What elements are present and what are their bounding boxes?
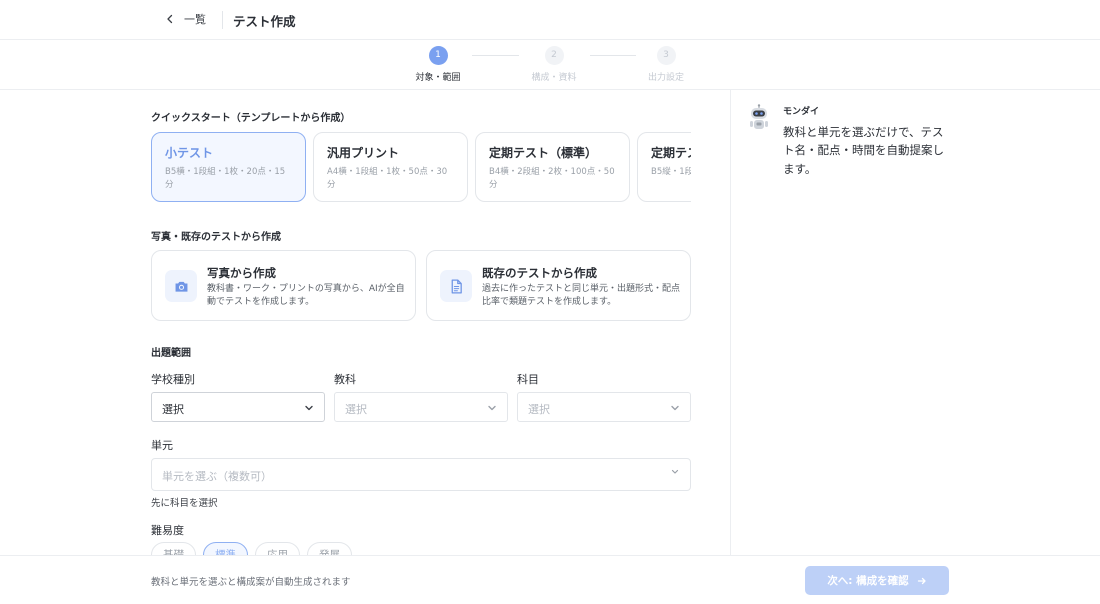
- step-structure-materials[interactable]: 2 構成・資料: [514, 46, 594, 83]
- course-select[interactable]: 選択: [517, 392, 691, 422]
- footer-hint: 教科と単元を選ぶと構成案が自動生成されます: [151, 577, 351, 588]
- unit-hint: 先に科目を選択: [151, 498, 218, 509]
- template-carousel[interactable]: 小テスト B5横・1段組・1枚・20点・15分 汎用プリント A4横・1段組・1…: [151, 90, 691, 220]
- create-from-photo-desc: 教科書・ワーク・プリントの写真から、AIが全自動でテストを作成します。: [207, 284, 405, 308]
- chevron-left-icon: [167, 14, 173, 24]
- step-number: 3: [656, 46, 676, 65]
- difficulty-chip-applied[interactable]: 応用: [255, 542, 300, 555]
- subject-placeholder: 選択: [345, 403, 367, 416]
- template-title: 定期テスト（標準）: [489, 146, 598, 160]
- template-card-general-print[interactable]: 汎用プリント A4横・1段組・1枚・50点・30分: [313, 132, 468, 202]
- range-title: 出題範囲: [151, 348, 191, 359]
- step-output-settings[interactable]: 3 出力設定: [626, 46, 706, 83]
- document-icon: [440, 270, 472, 302]
- back-to-list-button[interactable]: 一覧: [164, 11, 206, 27]
- page-title: テスト作成: [233, 14, 296, 29]
- template-desc: A4横・1段組・1枚・50点・30分: [327, 167, 448, 190]
- template-desc: B5縦・1段組・50分: [651, 167, 691, 177]
- app-header: 一覧 テスト作成: [0, 0, 1100, 40]
- step-number: 1: [428, 46, 448, 65]
- chevron-down-icon: [488, 405, 496, 411]
- main-form: クイックスタート（テンプレートから作成） 小テスト B5横・1段組・1枚・20点…: [0, 90, 730, 555]
- course-label: 科目: [517, 373, 539, 386]
- create-from-existing-card[interactable]: 既存のテストから作成 過去に作ったテストと同じ単元・出題形式・配点比率で類題テス…: [426, 250, 691, 321]
- subject-select[interactable]: 選択: [334, 392, 508, 422]
- step-label: 構成・資料: [531, 73, 577, 83]
- step-connector: [472, 55, 519, 56]
- chevron-down-icon: [671, 405, 679, 411]
- template-card-quiz[interactable]: 小テスト B5横・1段組・1枚・20点・15分: [151, 132, 306, 202]
- difficulty-label: 難易度: [151, 524, 184, 537]
- create-from-existing-title: 既存のテストから作成: [482, 266, 597, 280]
- robot-avatar-icon: [750, 104, 768, 129]
- create-from-photo-title: 写真から作成: [207, 266, 276, 280]
- next-button-label: 次へ: 構成を確認: [827, 575, 909, 587]
- template-title: 汎用プリント: [327, 146, 400, 160]
- chevron-down-icon: [305, 405, 313, 411]
- back-label: 一覧: [184, 13, 206, 26]
- header-divider: [222, 11, 223, 29]
- step-label: 出力設定: [647, 73, 684, 83]
- create-from-title: 写真・既存のテストから作成: [151, 232, 281, 243]
- arrow-right-icon: [917, 577, 926, 584]
- camera-icon: [165, 270, 197, 302]
- unit-placeholder: 単元を選ぶ（複数可）: [162, 470, 272, 483]
- unit-label: 単元: [151, 439, 173, 452]
- school-type-value: 選択: [162, 403, 184, 416]
- template-card-regular-test[interactable]: 定期テスト B5縦・1段組・50分: [637, 132, 691, 202]
- template-desc: B5横・1段組・1枚・20点・15分: [165, 167, 286, 190]
- difficulty-chip-standard[interactable]: 標準: [203, 542, 248, 555]
- template-title: 小テスト: [165, 146, 214, 160]
- footer-bar: 教科と単元を選ぶと構成案が自動生成されます 次へ: 構成を確認: [0, 555, 1100, 604]
- create-from-existing-desc: 過去に作ったテストと同じ単元・出題形式・配点比率で類題テストを作成します。: [482, 284, 681, 308]
- next-button[interactable]: 次へ: 構成を確認: [805, 566, 949, 595]
- difficulty-chip-basic[interactable]: 基礎: [151, 542, 196, 555]
- difficulty-chip-advanced[interactable]: 発展: [307, 542, 352, 555]
- template-title: 定期テスト: [651, 146, 691, 160]
- template-desc: B4横・2段組・2枚・100点・50分: [489, 167, 615, 190]
- wizard-stepper: 1 対象・範囲 2 構成・資料 3 出力設定: [0, 40, 1100, 90]
- assistant-name: モンダイ: [783, 107, 820, 117]
- create-from-photo-card[interactable]: 写真から作成 教科書・ワーク・プリントの写真から、AIが全自動でテストを作成しま…: [151, 250, 416, 321]
- template-card-regular-test-standard[interactable]: 定期テスト（標準） B4横・2段組・2枚・100点・50分: [475, 132, 630, 202]
- assistant-panel: モンダイ 教科と単元を選ぶだけで、テスト名・配点・時間を自動提案します。: [730, 90, 963, 555]
- course-placeholder: 選択: [528, 403, 550, 416]
- step-target-range[interactable]: 1 対象・範囲: [398, 46, 478, 83]
- assistant-message: 教科と単元を選ぶだけで、テスト名・配点・時間を自動提案します。: [783, 125, 944, 176]
- subject-label: 教科: [334, 373, 356, 386]
- step-number: 2: [544, 46, 564, 65]
- school-type-select[interactable]: 選択: [151, 392, 325, 422]
- school-type-label: 学校種別: [151, 373, 195, 386]
- chevron-down-icon: [671, 469, 679, 474]
- step-label: 対象・範囲: [415, 73, 461, 83]
- unit-select[interactable]: 単元を選ぶ（複数可）: [151, 458, 691, 491]
